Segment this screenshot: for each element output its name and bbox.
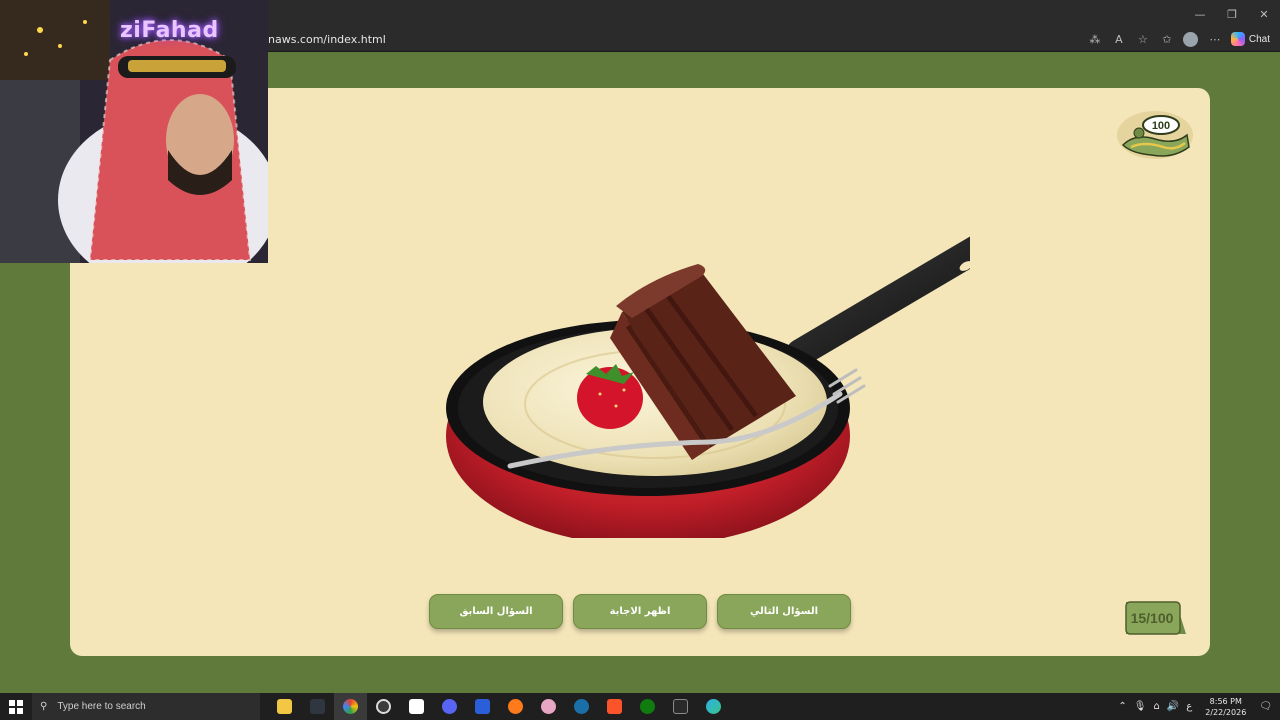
clock-date: 2/22/2026 [1205,707,1247,717]
store-icon[interactable] [400,693,433,720]
taskbar-search-box[interactable]: ⚲ Type here to search [32,693,260,720]
read-aloud-icon[interactable]: A [1111,31,1127,47]
obs-icon[interactable] [367,693,400,720]
show-answer-button[interactable]: اظهر الاجابة [573,594,707,629]
system-tray: ⌃ 🎙 ⌂ 🔊 ع 8:56 PM 2/22/2026 🗨 [1118,693,1280,720]
question-counter: 15/100 [1124,600,1188,636]
chat-label: Chat [1248,33,1270,45]
start-button[interactable] [0,693,32,720]
file-explorer-icon[interactable] [268,693,301,720]
taskbar-apps [268,693,730,720]
chat-button[interactable]: Chat [1230,32,1270,46]
windows-taskbar: ⚲ Type here to search ⌃ 🎙 ⌂ 🔊 ع 8:56 PM … [0,693,1280,720]
brave-icon[interactable] [598,693,631,720]
chevron-up-icon[interactable]: ⌃ [1118,701,1126,712]
volume-icon[interactable]: 🔊 [1167,701,1179,712]
discord-icon[interactable] [433,693,466,720]
minimize-icon[interactable]: — [1184,0,1216,28]
language-indicator[interactable]: ع [1186,701,1192,712]
copilot-icon [1230,32,1245,46]
translate-icon[interactable]: ⁂ [1087,31,1103,47]
favorites-icon[interactable]: ✩ [1159,31,1175,47]
profile-icon[interactable] [1183,31,1199,47]
question-image [446,236,970,538]
steam-icon[interactable] [565,693,598,720]
firefox-icon[interactable] [499,693,532,720]
game-logo: 100 [1117,111,1193,159]
search-placeholder: Type here to search [57,701,146,712]
clock-time: 8:56 PM [1209,696,1242,706]
xbox-icon[interactable] [631,693,664,720]
window-controls: — ❐ ✕ [1184,0,1280,28]
word-icon[interactable] [466,693,499,720]
close-icon[interactable]: ✕ [1248,0,1280,28]
svg-text:100: 100 [1152,120,1170,132]
previous-question-button[interactable]: السؤال السابق [429,594,563,629]
chrome-icon[interactable] [334,693,367,720]
next-question-button[interactable]: السؤال التالي [717,594,851,629]
more-icon[interactable]: ⋯ [1207,31,1223,47]
streamer-name-overlay: ziFahad [120,18,219,43]
edge-icon[interactable] [697,693,730,720]
notification-icon[interactable]: 🗨 [1259,701,1272,712]
microphone-icon[interactable]: 🎙 [1134,701,1147,712]
network-icon[interactable]: ⌂ [1153,701,1159,712]
excel-icon[interactable] [664,693,697,720]
favorite-star-icon[interactable]: ☆ [1135,31,1151,47]
restore-icon[interactable]: ❐ [1216,0,1248,28]
webcam-overlay: ziFahad [0,0,268,263]
clock[interactable]: 8:56 PM 2/22/2026 [1199,696,1252,718]
url-text[interactable]: naws.com/index.html [268,33,386,46]
app-icon-2[interactable] [532,693,565,720]
app-icon[interactable] [301,693,334,720]
windows-logo-icon [9,699,23,714]
address-bar-icons: ⁂ A ☆ ✩ ⋯ Chat [1087,31,1270,47]
counter-label: 15/100 [1130,610,1174,626]
search-icon: ⚲ [40,701,48,712]
